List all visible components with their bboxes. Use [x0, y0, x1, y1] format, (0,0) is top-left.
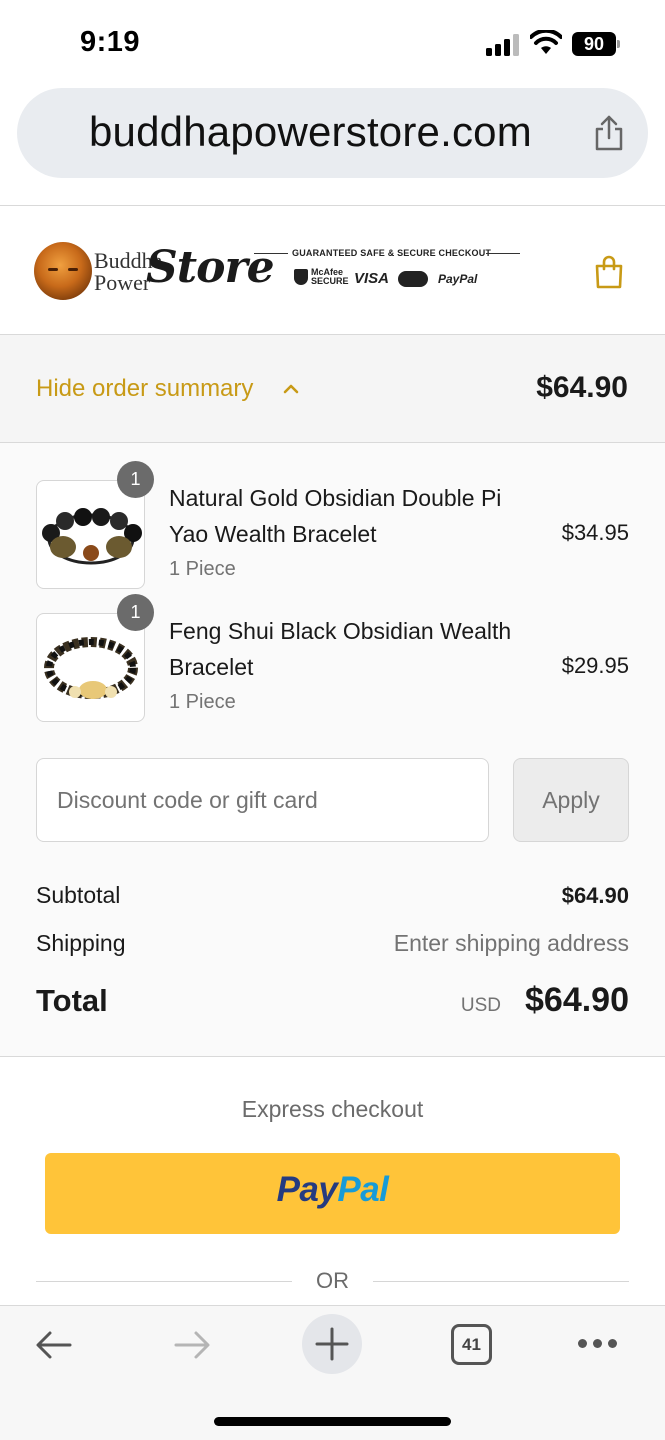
cellular-signal-icon — [486, 34, 520, 56]
shopping-bag-icon[interactable] — [593, 254, 625, 290]
paypal-logo-pal: Pal — [337, 1170, 389, 1209]
subtotal-label: Subtotal — [36, 882, 121, 908]
browser-toolbar: 41 — [0, 1305, 665, 1440]
product-name: Feng Shui Black Obsidian Wealth Bracelet — [169, 618, 512, 680]
summary-total-price: $64.90 — [536, 371, 628, 404]
product-name: Natural Gold Obsidian Double Pi Yao Weal… — [169, 485, 502, 547]
product-variant: 1 Piece — [169, 558, 236, 580]
shipping-label: Shipping — [36, 930, 126, 956]
bracelet-image-icon — [42, 508, 142, 565]
battery-icon: 90 — [572, 32, 620, 56]
payment-badges: McAfee SECURE VISA PayPal — [294, 268, 484, 288]
or-divider-right — [373, 1281, 629, 1282]
subtotal-value: $64.90 — [561, 883, 629, 908]
paypal-logo: PayPal — [45, 1170, 620, 1210]
discount-code-input[interactable] — [36, 758, 489, 842]
quantity-badge: 1 — [117, 461, 154, 498]
store-logo[interactable]: Buddha Power Store — [34, 240, 275, 306]
total-currency: USD — [460, 995, 501, 1016]
status-bar: 9:19 90 — [0, 0, 665, 88]
total-label: Total — [36, 983, 108, 1018]
product-line-item: 1 Feng Shui Black Obsidian Wealth Bracel… — [36, 594, 629, 723]
home-indicator — [214, 1417, 451, 1426]
product-price: $29.95 — [561, 653, 629, 678]
mastercard-logo-icon — [398, 271, 428, 287]
bracelet-image-icon — [44, 637, 138, 699]
mcafee-secure-badge: McAfee SECURE — [294, 268, 349, 286]
plus-icon — [315, 1327, 349, 1361]
paypal-badge: PayPal — [438, 272, 478, 286]
visa-logo: VISA — [354, 270, 390, 287]
back-arrow-icon[interactable] — [34, 1328, 74, 1362]
total-value: $64.90 — [525, 981, 629, 1019]
secure-checkout-badge: GUARANTEED SAFE & SECURE CHECKOUT McAfee… — [254, 246, 520, 296]
express-checkout-label: Express checkout — [241, 1096, 424, 1122]
mcafee-secure-text: SECURE — [311, 276, 349, 286]
product-variant: 1 Piece — [169, 691, 236, 713]
more-options-icon[interactable] — [578, 1336, 618, 1352]
paypal-button[interactable]: PayPal — [45, 1153, 620, 1234]
secure-checkout-title: GUARANTEED SAFE & SECURE CHECKOUT — [292, 248, 492, 258]
shipping-value: Enter shipping address — [393, 930, 629, 956]
wifi-icon — [530, 30, 562, 54]
product-line-item: 1 Natural Gold Obsidian Double Pi Yao We… — [36, 461, 629, 590]
divider — [0, 1056, 665, 1057]
logo-word-power: Power — [94, 270, 151, 295]
forward-arrow-icon[interactable] — [172, 1328, 212, 1362]
quantity-badge: 1 — [117, 594, 154, 631]
chevron-up-icon — [283, 384, 299, 394]
tab-count-button[interactable]: 41 — [451, 1324, 492, 1365]
product-price: $34.95 — [561, 520, 629, 545]
order-summary-toggle[interactable]: Hide order summary $64.90 — [0, 335, 665, 442]
new-tab-button[interactable] — [302, 1314, 362, 1374]
url-text[interactable]: buddhapowerstore.com — [89, 108, 532, 156]
address-bar[interactable]: buddhapowerstore.com — [17, 88, 648, 178]
share-icon[interactable] — [593, 114, 625, 152]
battery-level: 90 — [572, 32, 616, 56]
apply-discount-button[interactable]: Apply — [513, 758, 629, 842]
hide-order-summary-link[interactable]: Hide order summary — [36, 375, 253, 403]
site-header: Buddha Power Store GUARANTEED SAFE & SEC… — [0, 206, 665, 335]
buddha-face-logo-icon — [34, 242, 92, 300]
paypal-logo-pay: Pay — [276, 1170, 338, 1209]
status-time: 9:19 — [80, 26, 141, 58]
mcafee-shield-icon — [294, 269, 308, 285]
order-summary: 1 Natural Gold Obsidian Double Pi Yao We… — [0, 443, 665, 1056]
